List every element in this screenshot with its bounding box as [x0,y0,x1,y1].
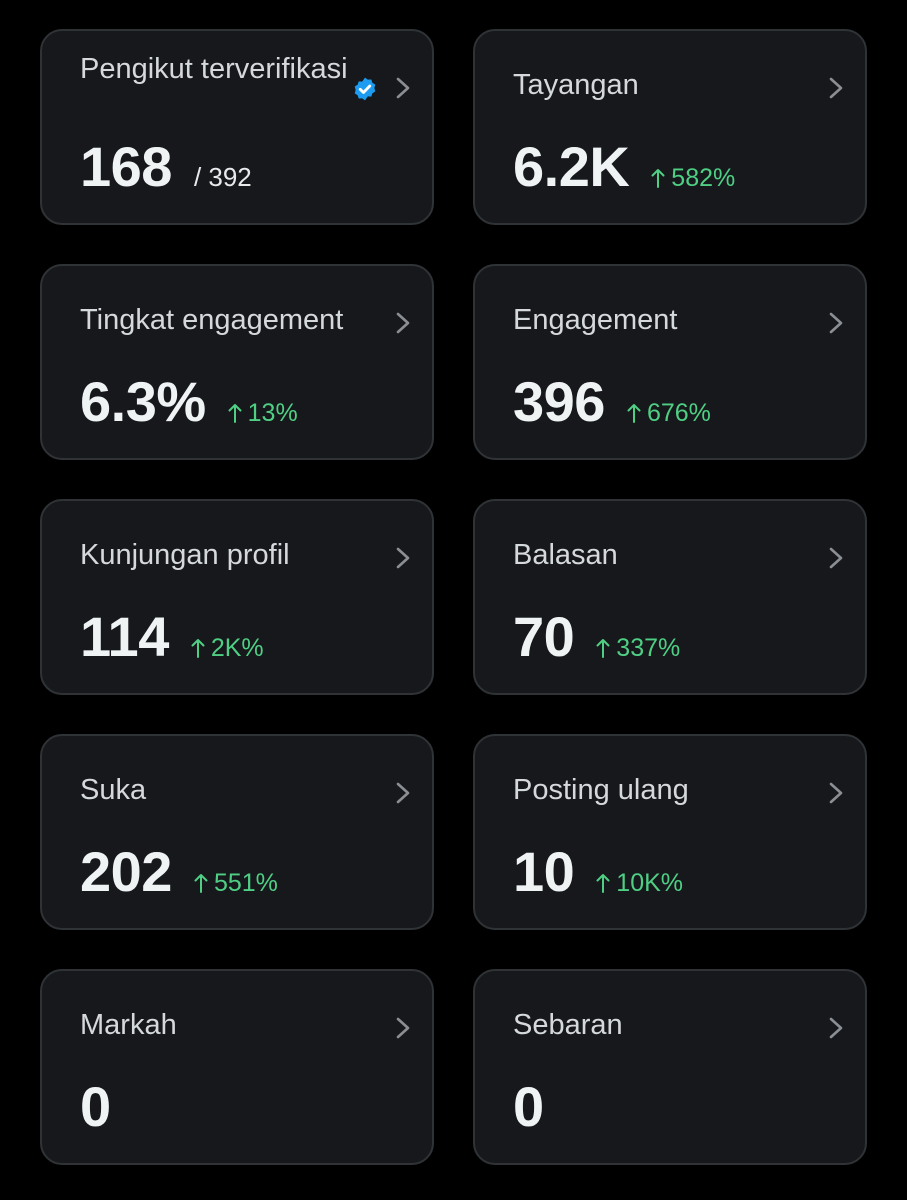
analytics-grid: Pengikut terverifikasi 168 / 392 Tayanga… [40,29,867,1165]
chevron-right-icon [829,77,843,99]
metric-value: 0 [80,1075,111,1138]
metric-card-likes[interactable]: Suka 202 551% [40,734,434,930]
arrow-up-icon [596,639,610,658]
metric-value: 168 [80,135,172,198]
metric-change-value: 337% [616,634,681,662]
arrow-up-icon [228,404,242,423]
metric-card-bookmarks[interactable]: Markah 0 [40,969,434,1165]
metric-value-row: 6.3% 13% [80,370,298,434]
verified-badge-icon [354,77,376,101]
metric-change: 551% [194,869,278,898]
chevron-right-icon [829,547,843,569]
metric-label: Engagement [513,304,678,336]
metric-change: 10K% [596,869,683,898]
metric-card-verified-followers[interactable]: Pengikut terverifikasi 168 / 392 [40,29,434,225]
metric-change-value: 676% [646,399,711,427]
metric-card-engagement-rate[interactable]: Tingkat engagement 6.3% 13% [40,264,434,460]
metric-card-replies[interactable]: Balasan 70 337% [473,499,867,695]
metric-change: 337% [596,634,680,663]
metric-label: Tayangan [513,69,639,101]
arrow-up-icon [627,404,641,423]
metric-change-value: 13% [247,399,298,427]
chevron-right-icon [396,312,410,334]
metric-change: 2K% [191,634,264,663]
arrow-up-icon [596,874,610,893]
chevron-right-icon [396,77,410,99]
metric-value: 6.2K [513,135,630,198]
metric-label: Posting ulang [513,774,689,806]
chevron-right-icon [396,547,410,569]
metric-value-row: 396 676% [513,370,711,434]
metric-label: Tingkat engagement [80,304,344,336]
metric-value-row: 0 [80,1075,111,1139]
chevron-right-icon [829,312,843,334]
metric-change-value: 551% [213,869,278,897]
arrow-up-icon [194,874,208,893]
metric-value: 6.3% [80,370,206,433]
metric-card-engagements[interactable]: Engagement 396 676% [473,264,867,460]
metric-label: Suka [80,774,147,806]
metric-label: Markah [80,1009,177,1041]
metric-label: Pengikut terverifikasi [80,53,348,85]
metric-value-row: 168 / 392 [80,135,252,199]
metric-value-row: 10 10K% [513,840,683,904]
metric-value-row: 6.2K 582% [513,135,735,199]
metric-card-shares[interactable]: Sebaran 0 [473,969,867,1165]
metric-change-value: 2K% [210,634,264,662]
metric-card-profile-visits[interactable]: Kunjungan profil 114 2K% [40,499,434,695]
metric-card-impressions[interactable]: Tayangan 6.2K 582% [473,29,867,225]
chevron-right-icon [396,1017,410,1039]
metric-label: Kunjungan profil [80,539,290,571]
metric-value: 10 [513,840,575,903]
metric-value-row: 202 551% [80,840,278,904]
metric-label: Sebaran [513,1009,623,1041]
metric-value: 114 [80,605,169,668]
metric-value: 396 [513,370,605,433]
metric-value: 202 [80,840,172,903]
metric-value-row: 70 337% [513,605,680,669]
metric-label: Balasan [513,539,618,571]
metric-change-value: 10K% [616,869,684,897]
metric-value: 0 [513,1075,544,1138]
arrow-up-icon [651,169,665,188]
metric-change-value: 582% [671,164,736,192]
chevron-right-icon [829,1017,843,1039]
metric-total: / 392 [193,162,252,192]
metric-card-reposts[interactable]: Posting ulang 10 10K% [473,734,867,930]
chevron-right-icon [829,782,843,804]
metric-change: 676% [627,399,711,428]
metric-value-row: 0 [513,1075,544,1139]
metric-change: 13% [228,399,298,428]
metric-change: 582% [651,164,735,193]
metric-value-row: 114 2K% [80,605,264,669]
chevron-right-icon [396,782,410,804]
arrow-up-icon [191,639,205,658]
metric-value: 70 [513,605,575,668]
